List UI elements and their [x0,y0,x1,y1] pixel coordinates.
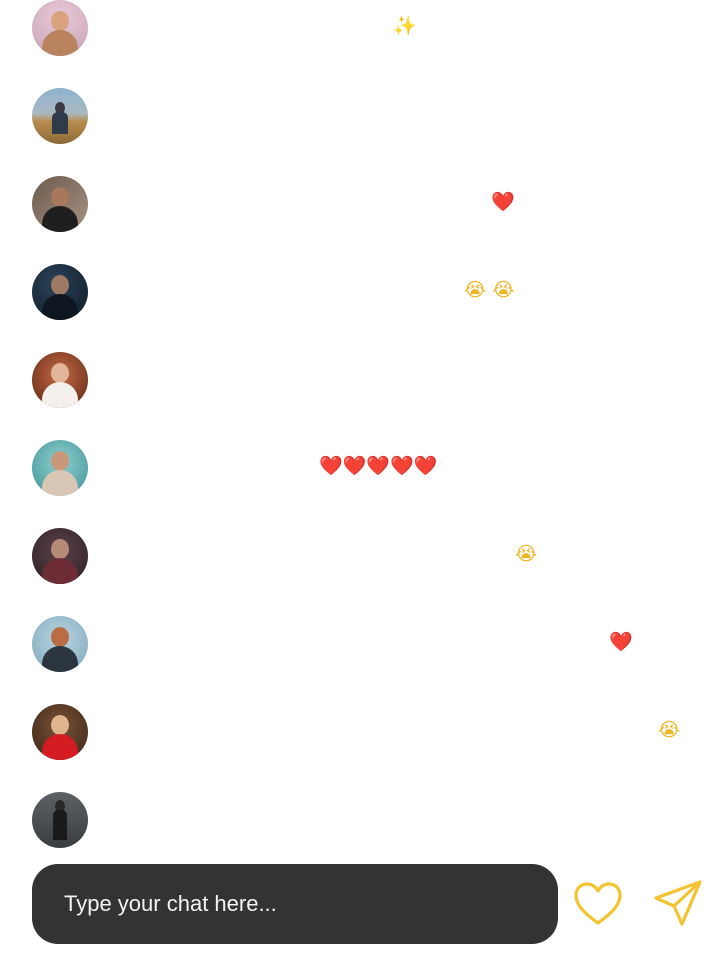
avatar[interactable] [32,792,88,848]
comment-row: ❤️ [0,616,718,672]
comment-reaction: ❤️ [609,631,633,653]
comment-row: ❤️ [0,176,718,232]
avatar[interactable] [32,264,88,320]
comment-reaction: ✨ [393,15,417,37]
comment-row [0,352,718,408]
like-button[interactable] [572,880,624,928]
paper-plane-icon [654,880,702,926]
heart-outline-icon [574,882,622,925]
comment-reaction: ❤️❤️❤️❤️❤️ [319,455,438,477]
avatar[interactable] [32,704,88,760]
avatar[interactable] [32,88,88,144]
avatar[interactable] [32,440,88,496]
chat-input-bar [32,864,558,944]
comment-reaction: 😭 [515,543,538,565]
avatar[interactable] [32,0,88,56]
comment-row [0,88,718,144]
send-button[interactable] [652,878,704,930]
comment-reaction: ❤️ [491,191,515,213]
chat-input[interactable] [64,864,534,944]
comment-reaction: 😭 😭 [464,279,515,301]
comment-row [0,792,718,848]
comment-row: 😭 😭 [0,264,718,320]
comment-list: ✨ ❤️ 😭 😭 ❤️❤️❤️❤️❤️ 😭 ❤️ 😭 [0,0,718,860]
comment-row: 😭 [0,528,718,584]
comment-row: ✨ [0,0,718,56]
avatar[interactable] [32,616,88,672]
avatar[interactable] [32,528,88,584]
comment-reaction: 😭 [658,719,681,741]
avatar[interactable] [32,352,88,408]
live-chat-screen: ✨ ❤️ 😭 😭 ❤️❤️❤️❤️❤️ 😭 ❤️ 😭 Type your cha… [0,0,718,976]
comment-row: 😭 [0,704,718,760]
avatar[interactable] [32,176,88,232]
comment-row: ❤️❤️❤️❤️❤️ [0,440,718,496]
